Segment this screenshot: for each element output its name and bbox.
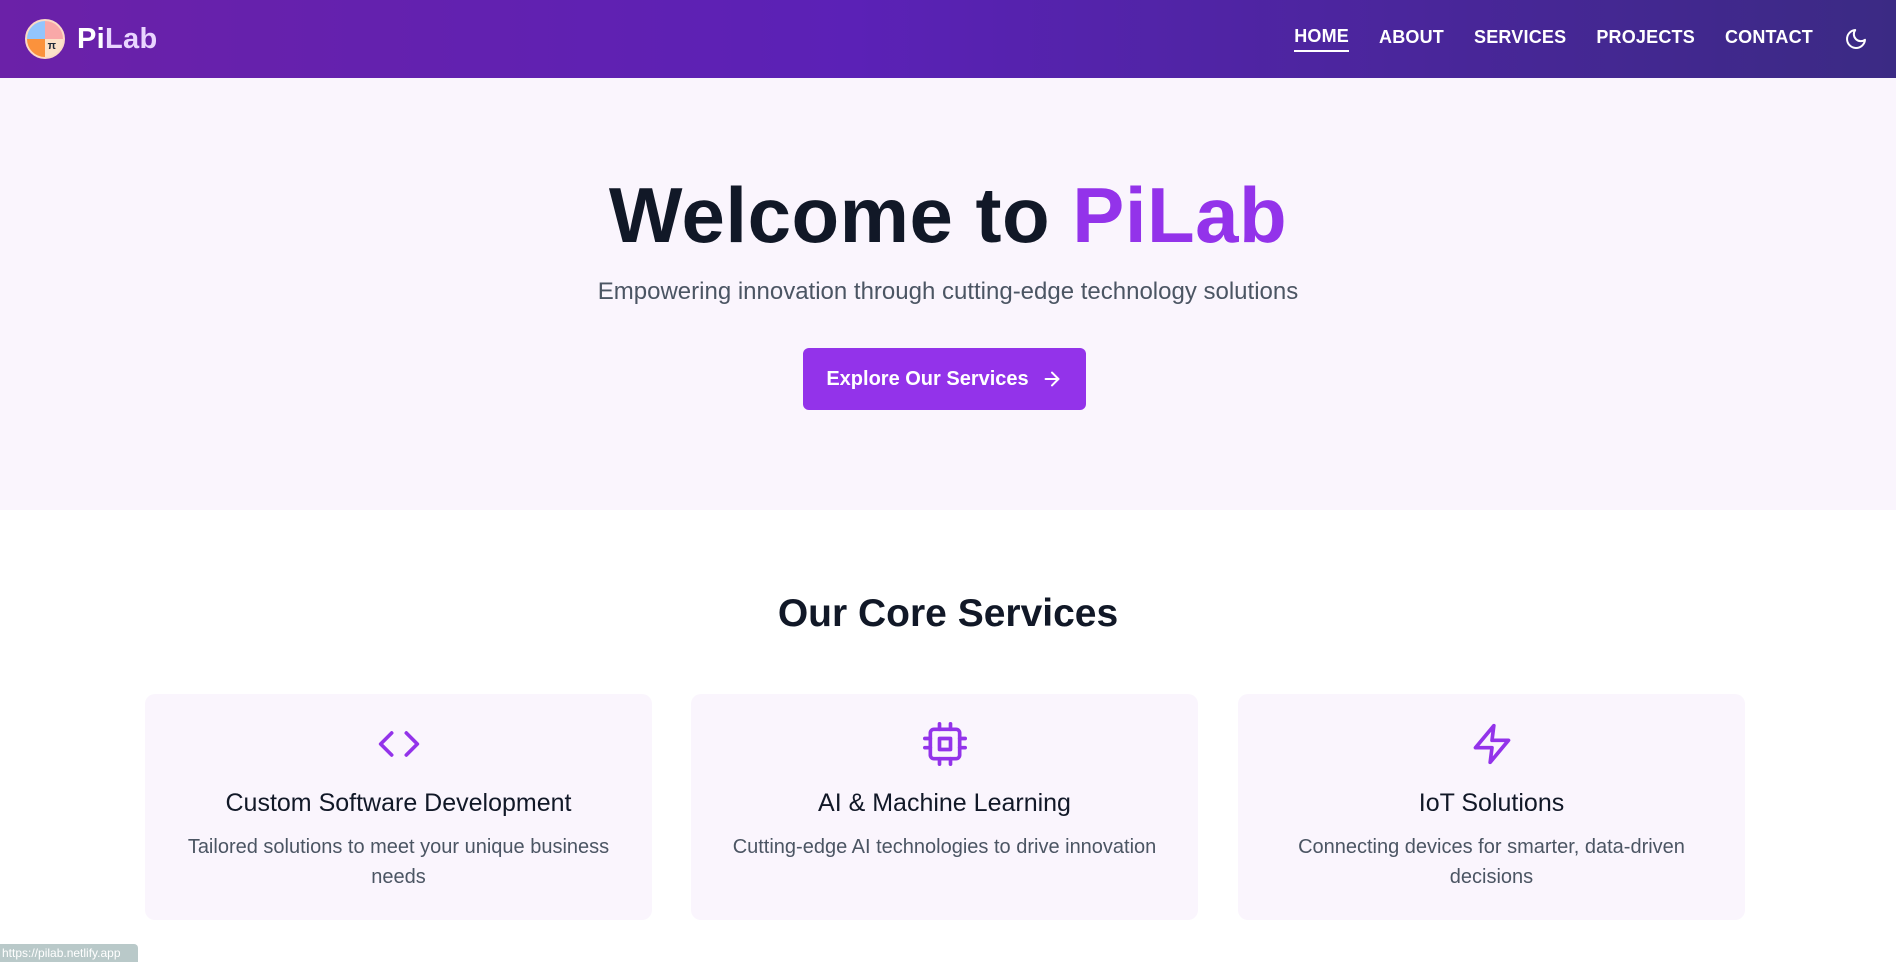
service-card-ai: AI & Machine Learning Cutting-edge AI te…	[691, 694, 1198, 920]
nav-link-services[interactable]: SERVICES	[1474, 27, 1566, 51]
service-card-description: Tailored solutions to meet your unique b…	[187, 836, 610, 888]
brand-name-lab: Lab	[105, 22, 158, 55]
service-card-description: Connecting devices for smarter, data-dri…	[1298, 836, 1685, 888]
status-url-tooltip: https://pilab.netlify.app	[0, 944, 138, 962]
lightning-icon	[1470, 722, 1514, 766]
pilab-logo-icon: π	[25, 19, 65, 59]
nav-link-projects[interactable]: PROJECTS	[1596, 27, 1695, 51]
arrow-right-icon	[1044, 371, 1060, 387]
explore-services-button[interactable]: Explore Our Services	[803, 348, 1086, 410]
explore-services-label: Explore Our Services	[826, 367, 1029, 390]
moon-icon	[1846, 29, 1866, 49]
service-card-description: Cutting-edge AI technologies to drive in…	[732, 836, 1157, 858]
services-heading: Our Core Services	[777, 592, 1119, 635]
service-card-software: Custom Software Development Tailored sol…	[145, 694, 652, 920]
logo-pi-glyph: π	[47, 40, 56, 52]
service-card-iot: IoT Solutions Connecting devices for sma…	[1238, 694, 1745, 920]
service-card-title: IoT Solutions	[1418, 789, 1565, 817]
nav-link-contact[interactable]: CONTACT	[1725, 27, 1813, 51]
nav-link-home[interactable]: HOME	[1294, 26, 1349, 52]
hero-subtitle: Empowering innovation through cutting-ed…	[597, 278, 1299, 305]
hero-title-accent: PiLab	[1072, 171, 1288, 259]
hero-section: Welcome to PiLab Empowering innovation t…	[0, 78, 1896, 510]
service-card-title: AI & Machine Learning	[818, 789, 1071, 817]
service-card-title: Custom Software Development	[225, 789, 572, 817]
hero-title-prefix: Welcome to	[608, 171, 1073, 259]
brand-name: PiLab	[77, 23, 157, 56]
navbar: π PiLab HOME ABOUT SERVICES PROJECTS CON…	[0, 0, 1896, 78]
code-icon	[377, 722, 421, 766]
main-nav: HOME ABOUT SERVICES PROJECTS CONTACT	[1264, 26, 1869, 52]
brand-name-pi: Pi	[77, 22, 105, 55]
brand-logo-link[interactable]: π PiLab	[25, 19, 157, 59]
nav-link-about[interactable]: ABOUT	[1379, 27, 1444, 51]
cpu-icon	[922, 722, 967, 766]
hero-title: Welcome to PiLab	[0, 176, 1896, 254]
theme-toggle-button[interactable]	[1843, 26, 1869, 52]
